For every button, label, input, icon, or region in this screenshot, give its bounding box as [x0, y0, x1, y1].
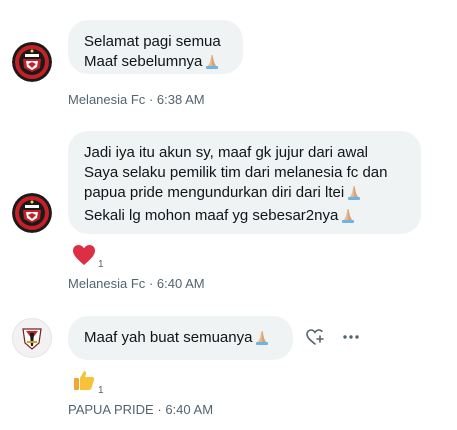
message-bubble[interactable]: Jadi iya itu akun sy, maaf gk jujur dari… [68, 131, 421, 234]
message-time: 6:40 AM [156, 276, 205, 291]
message-line: Maaf yah buat semuanya [84, 328, 277, 351]
message-line: Jadi iya itu akun sy, maaf gk jujur dari… [84, 144, 369, 161]
message-line: Maaf sebelumnya [84, 52, 227, 75]
more-icon[interactable] [341, 327, 361, 347]
message-meta: PAPUA PRIDE · 6:40 AM [68, 402, 213, 418]
message-time: 6:40 AM [165, 402, 214, 417]
meta-separator: · [157, 402, 162, 417]
reaction-count: 1 [98, 385, 104, 396]
message-line: papua pride mengundurkan diri dari ltei [84, 183, 405, 206]
message-bubble[interactable]: Maaf yah buat semuanya [68, 316, 293, 360]
message-time: 6:38 AM [156, 92, 205, 107]
sender-name[interactable]: PAPUA PRIDE [68, 402, 154, 417]
reaction[interactable]: 1 [72, 368, 104, 397]
red-heart-icon [72, 244, 96, 271]
sender-name[interactable]: Melanesia Fc [68, 276, 145, 291]
avatar-melanesia-fc[interactable] [12, 42, 52, 82]
message-bubble[interactable]: Selamat pagi semua Maaf sebelumnya [68, 20, 243, 74]
folded-hands-icon [204, 53, 220, 75]
folded-hands-icon [254, 329, 270, 351]
message-line: Sekali lg mohon maaf yg sebesar2nya [84, 206, 405, 229]
add-reaction-icon[interactable] [305, 327, 325, 347]
message-meta: Melanesia Fc · 6:40 AM [68, 276, 205, 292]
sender-name[interactable]: Melanesia Fc [68, 92, 145, 107]
meta-separator: · [148, 92, 154, 107]
thumbs-up-icon [72, 368, 96, 397]
reaction-count: 1 [98, 259, 104, 270]
reaction[interactable]: 1 [72, 244, 104, 271]
message-meta: Melanesia Fc · 6:38 AM [68, 92, 205, 108]
avatar-melanesia-fc[interactable] [12, 193, 52, 233]
avatar-papua-pride[interactable] [12, 318, 52, 358]
message-line: Saya selaku pemilik tim dari melanesia f… [84, 164, 388, 181]
folded-hands-icon [346, 184, 362, 206]
folded-hands-icon [340, 207, 356, 229]
meta-separator: · [148, 276, 154, 291]
message-line: Selamat pagi semua [84, 33, 221, 50]
